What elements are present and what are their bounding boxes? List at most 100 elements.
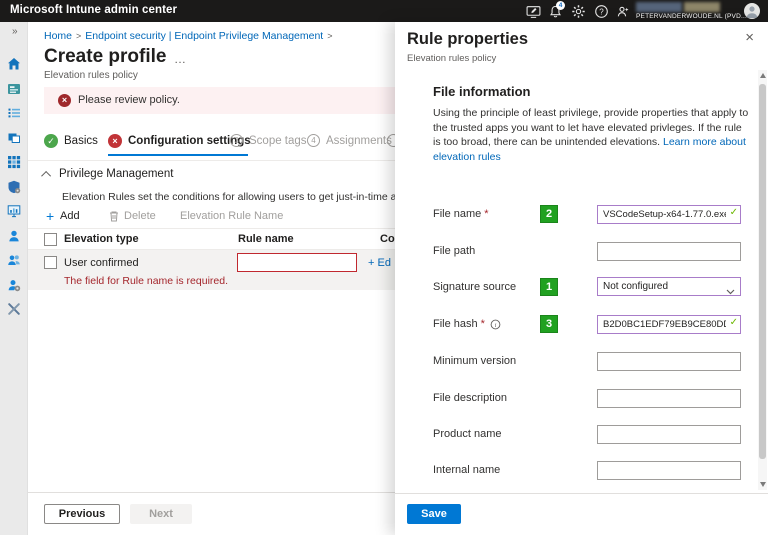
apps-icon[interactable] (7, 155, 21, 169)
tab-basics-label: Basics (64, 134, 98, 147)
rule-properties-panel: Rule properties Elevation rules policy ×… (395, 22, 768, 535)
tab-scope-tags[interactable]: 3 Scope tags (230, 134, 307, 156)
scroll-up-icon[interactable] (760, 73, 766, 78)
valid-check-icon: ✓ (730, 317, 738, 328)
collapse-chevron-icon (41, 170, 51, 180)
info-icon[interactable]: i (490, 319, 501, 330)
endpoint-security-icon[interactable] (7, 180, 21, 194)
tab-basics[interactable]: ✓ Basics (44, 134, 98, 156)
error-banner-text: Please review policy. (78, 94, 180, 106)
add-plus-icon[interactable]: + (46, 208, 54, 224)
svg-text:?: ? (599, 7, 604, 16)
trash-icon (108, 210, 120, 222)
step-number-icon: 4 (307, 134, 320, 147)
table-row: User confirmed + Ed The field for Rule n… (28, 250, 395, 290)
wizard-tabs: ✓ Basics × Configuration settings 3 Scop… (28, 130, 395, 156)
devices-icon[interactable] (7, 131, 21, 145)
create-profile-page: Home>Endpoint security | Endpoint Privil… (28, 22, 395, 535)
breadcrumb-home-link[interactable]: Home (44, 30, 72, 42)
breadcrumb-separator: > (72, 31, 85, 41)
scroll-down-icon[interactable] (760, 482, 766, 487)
internal-name-input[interactable] (597, 461, 741, 480)
error-x-icon: × (108, 134, 122, 148)
divider (28, 160, 395, 161)
rules-toolbar: + Add Delete Elevation Rule Name (28, 208, 395, 226)
field-row-file-hash: File hash* i 3 ✓ (395, 314, 768, 335)
field-label: File description (433, 392, 507, 404)
annotation-badge-1: 1 (540, 278, 558, 296)
tab-next-partial[interactable] (387, 134, 395, 156)
breadcrumb: Home>Endpoint security | Endpoint Privil… (44, 30, 337, 42)
tenant-administration-icon[interactable] (7, 278, 21, 292)
minimum-version-input[interactable] (597, 352, 741, 371)
troubleshooting-icon[interactable] (7, 302, 21, 316)
field-label: File path (433, 245, 475, 257)
reports-icon[interactable] (7, 204, 21, 218)
home-icon[interactable] (7, 57, 21, 71)
success-check-icon: ✓ (44, 134, 58, 148)
required-asterisk: * (484, 208, 488, 220)
panel-title: Rule properties (407, 30, 528, 49)
notification-badge: 4 (556, 1, 565, 10)
column-rule-name: Rule name (238, 233, 294, 245)
feedback-icon[interactable] (616, 4, 631, 19)
required-asterisk: * (481, 318, 485, 330)
breadcrumb-section-link[interactable]: Endpoint security | Endpoint Privilege M… (85, 30, 323, 42)
edit-link[interactable]: + Ed (368, 257, 391, 269)
tab-scope-label: Scope tags (249, 134, 307, 147)
scrollbar-thumb[interactable] (759, 84, 766, 459)
field-row-signature-source: Signature source 1 Not configured (395, 277, 768, 298)
field-label: File name (433, 208, 481, 220)
left-nav: » (0, 22, 28, 535)
delete-rule-button[interactable]: Delete (124, 210, 156, 222)
svg-text:i: i (495, 321, 497, 328)
file-name-input[interactable] (597, 205, 741, 224)
previous-button[interactable]: Previous (44, 504, 120, 524)
rule-name-error: The field for Rule name is required. (64, 275, 228, 287)
step-number-icon: 3 (230, 134, 243, 147)
signature-source-dropdown[interactable]: Not configured (597, 277, 741, 296)
add-rule-button[interactable]: Add (60, 210, 80, 222)
avatar[interactable] (744, 3, 760, 19)
remote-help-icon[interactable] (526, 4, 541, 19)
annotation-badge-3: 3 (540, 315, 558, 333)
groups-icon[interactable] (7, 253, 21, 267)
expand-nav-icon[interactable]: » (12, 26, 18, 37)
tab-assignments[interactable]: 4 Assignments (307, 134, 392, 156)
field-label: Product name (433, 428, 501, 440)
dashboard-icon[interactable] (7, 82, 21, 96)
file-path-input[interactable] (597, 242, 741, 261)
help-icon[interactable]: ? (594, 4, 609, 19)
rule-name-input[interactable] (237, 253, 357, 272)
product-name-input[interactable] (597, 425, 741, 444)
section-title: Privilege Management (59, 168, 173, 180)
users-icon[interactable] (7, 229, 21, 243)
app-title: Microsoft Intune admin center (10, 4, 177, 16)
step-number-icon (387, 134, 395, 147)
column-extra: Con (380, 233, 395, 245)
privilege-management-section-header[interactable]: Privilege Management (44, 168, 173, 180)
page-menu-ellipsis[interactable]: … (174, 52, 187, 66)
file-hash-input[interactable] (597, 315, 741, 334)
redacted-account-block (684, 2, 720, 12)
field-row-product-name: Product name (395, 424, 768, 445)
close-icon[interactable]: × (745, 30, 754, 45)
select-all-checkbox[interactable] (44, 233, 57, 246)
file-description-input[interactable] (597, 389, 741, 408)
panel-scrollbar[interactable] (758, 70, 767, 490)
annotation-badge-2: 2 (540, 205, 558, 223)
all-services-icon[interactable] (7, 106, 21, 120)
valid-check-icon: ✓ (730, 207, 738, 218)
column-elevation-type: Elevation type (64, 233, 139, 245)
settings-gear-icon[interactable] (571, 4, 586, 19)
table-header-row: Elevation type Rule name Con (28, 228, 395, 250)
page-title: Create profile (44, 46, 166, 68)
save-button[interactable]: Save (407, 504, 461, 524)
error-banner: × Please review policy. (44, 87, 395, 114)
row-checkbox[interactable] (44, 256, 57, 269)
error-circle-icon: × (58, 94, 71, 107)
notifications-bell-icon[interactable]: 4 (548, 4, 563, 19)
field-row-file-description: File description (395, 388, 768, 409)
section-description: Elevation Rules set the conditions for a… (62, 191, 395, 203)
selected-option: Not configured (603, 281, 668, 292)
